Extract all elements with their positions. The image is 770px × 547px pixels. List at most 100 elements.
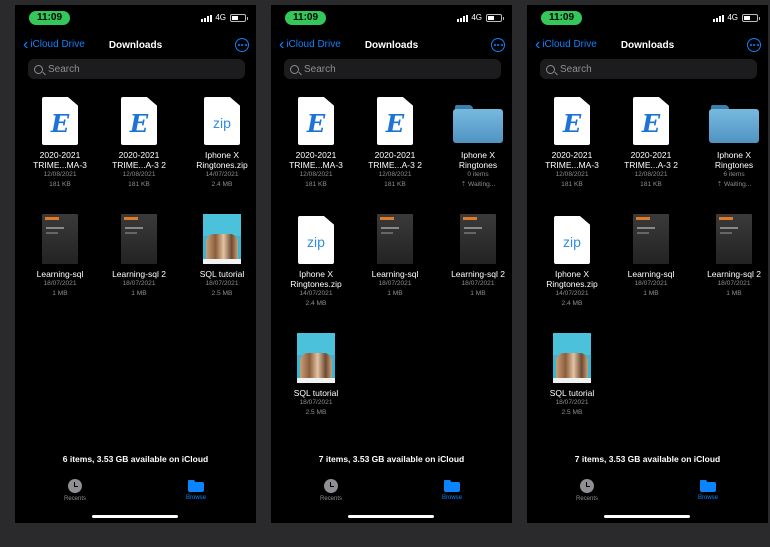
file-size: 1 MB: [726, 290, 742, 297]
file-thumbnail: [185, 214, 256, 264]
file-name: Iphone X: [298, 269, 334, 279]
signal-icon: [713, 15, 724, 22]
file-size: 181 KB: [128, 181, 150, 188]
phone-screen-1: 11:09 4G ‹ iCloud Drive Downloads Search E 2020…: [15, 5, 256, 523]
tab-recents[interactable]: Recents: [562, 479, 612, 502]
clock-icon: [324, 479, 338, 493]
zip-label: zip: [307, 234, 325, 250]
tab-browse[interactable]: Browse: [171, 479, 221, 501]
file-item[interactable]: Learning-sql 2 18/07/2021 1 MB: [697, 214, 768, 299]
home-indicator[interactable]: [604, 515, 690, 518]
document-icon: E: [377, 97, 413, 145]
file-item[interactable]: Iphone X Ringtones 6 items ⇡ Waiting...: [697, 95, 768, 190]
file-date: 12/08/2021: [634, 171, 668, 178]
file-size: 1 MB: [387, 290, 403, 297]
file-item[interactable]: SQL tutorial 18/07/2021 2.5 MB: [535, 333, 609, 418]
file-name: Iphone X: [554, 269, 590, 279]
book-cover-thumbnail: [460, 214, 496, 264]
file-size: 2.5 MB: [305, 409, 327, 416]
tab-recents[interactable]: Recents: [306, 479, 356, 502]
file-thumbnail: [23, 214, 97, 264]
file-thumbnail: E: [23, 95, 97, 145]
folder-icon: [709, 105, 759, 143]
tab-recents[interactable]: Recents: [50, 479, 100, 502]
navigation-bar: ‹ iCloud Drive Downloads: [271, 36, 512, 55]
file-name: Learning-sql 2: [112, 269, 166, 279]
more-icon[interactable]: [747, 38, 761, 52]
file-item[interactable]: zip Iphone X Ringtones.zip 14/07/2021 2.4 MB: [279, 214, 353, 309]
search-icon: [34, 64, 43, 74]
clock-icon: [68, 479, 82, 493]
file-name: 2020-2021: [551, 150, 593, 160]
file-date: 12/08/2021: [299, 171, 333, 178]
file-name: SQL tutorial: [549, 388, 595, 398]
file-size: 181 KB: [305, 181, 327, 188]
file-thumbnail: E: [279, 95, 353, 145]
more-icon[interactable]: [235, 38, 249, 52]
file-item[interactable]: SQL tutorial 18/07/2021 2.5 MB: [185, 214, 256, 299]
file-item[interactable]: E 2020-2021 TRIME...A-3 2 12/08/2021 181 KB: [102, 95, 176, 190]
file-item[interactable]: E 2020-2021 TRIME...A-3 2 12/08/2021 181 KB: [358, 95, 432, 190]
file-name: SQL tutorial: [199, 269, 245, 279]
file-date: 14/07/2021: [299, 290, 333, 297]
zip-file-icon: zip: [554, 216, 590, 264]
file-name-line-2: TRIME...MA-3: [33, 160, 87, 170]
tab-browse[interactable]: Browse: [683, 479, 733, 501]
file-name: Iphone X: [460, 150, 496, 160]
file-thumbnail: E: [358, 95, 432, 145]
home-indicator[interactable]: [92, 515, 178, 518]
file-thumbnail: [279, 333, 353, 383]
search-input[interactable]: Search: [28, 59, 245, 79]
tab-bar: Recents Browse: [15, 479, 256, 505]
file-size: 1 MB: [131, 290, 147, 297]
file-item[interactable]: Learning-sql 18/07/2021 1 MB: [23, 214, 97, 299]
file-item[interactable]: Learning-sql 18/07/2021 1 MB: [614, 214, 688, 299]
file-thumbnail: [535, 333, 609, 383]
search-placeholder: Search: [48, 63, 80, 75]
file-item[interactable]: E 2020-2021 TRIME...MA-3 12/08/2021 181 KB: [279, 95, 353, 190]
file-size: ⇡ Waiting...: [460, 181, 496, 188]
tab-bar: Recents Browse: [527, 479, 768, 505]
file-name: Learning-sql 2: [451, 269, 505, 279]
file-name-line-2: TRIME...A-3 2: [368, 160, 422, 170]
file-date: 12/08/2021: [555, 171, 589, 178]
file-date: 0 items: [467, 171, 489, 178]
home-indicator[interactable]: [348, 515, 434, 518]
file-item[interactable]: E 2020-2021 TRIME...MA-3 12/08/2021 181 KB: [535, 95, 609, 190]
file-thumbnail: zip: [185, 95, 256, 145]
battery-icon: [230, 14, 248, 22]
search-input[interactable]: Search: [540, 59, 757, 79]
file-thumbnail: zip: [279, 214, 353, 264]
file-date: 18/07/2021: [555, 399, 589, 406]
file-size: 2.5 MB: [561, 409, 583, 416]
tab-browse[interactable]: Browse: [427, 479, 477, 501]
status-time: 11:09: [29, 11, 71, 25]
file-name: 2020-2021: [630, 150, 672, 160]
battery-icon: [486, 14, 504, 22]
file-item[interactable]: SQL tutorial 18/07/2021 2.5 MB: [279, 333, 353, 418]
file-item[interactable]: Learning-sql 2 18/07/2021 1 MB: [102, 214, 176, 299]
navigation-bar: ‹ iCloud Drive Downloads: [527, 36, 768, 55]
file-item[interactable]: zip Iphone X Ringtones.zip 14/07/2021 2.4 MB: [535, 214, 609, 309]
file-item[interactable]: Iphone X Ringtones 0 items ⇡ Waiting...: [441, 95, 512, 190]
document-icon: E: [298, 97, 334, 145]
file-item[interactable]: E 2020-2021 TRIME...A-3 2 12/08/2021 181 KB: [614, 95, 688, 190]
file-item[interactable]: E 2020-2021 TRIME...MA-3 12/08/2021 181 KB: [23, 95, 97, 190]
file-item[interactable]: Learning-sql 18/07/2021 1 MB: [358, 214, 432, 299]
more-icon[interactable]: [491, 38, 505, 52]
zip-label: zip: [563, 234, 581, 250]
document-icon: E: [554, 97, 590, 145]
file-item[interactable]: zip Iphone X Ringtones.zip 14/07/2021 2.4 MB: [185, 95, 256, 190]
file-name: 2020-2021: [374, 150, 416, 160]
document-letter: E: [562, 108, 582, 138]
network-label: 4G: [471, 13, 482, 22]
file-size: 181 KB: [561, 181, 583, 188]
network-label: 4G: [727, 13, 738, 22]
file-thumbnail: [697, 95, 768, 145]
file-item[interactable]: Learning-sql 2 18/07/2021 1 MB: [441, 214, 512, 299]
file-date: 18/07/2021: [634, 280, 668, 287]
file-date: 18/07/2021: [378, 280, 412, 287]
file-size: 2.4 MB: [211, 181, 233, 188]
battery-icon: [742, 14, 760, 22]
search-input[interactable]: Search: [284, 59, 501, 79]
